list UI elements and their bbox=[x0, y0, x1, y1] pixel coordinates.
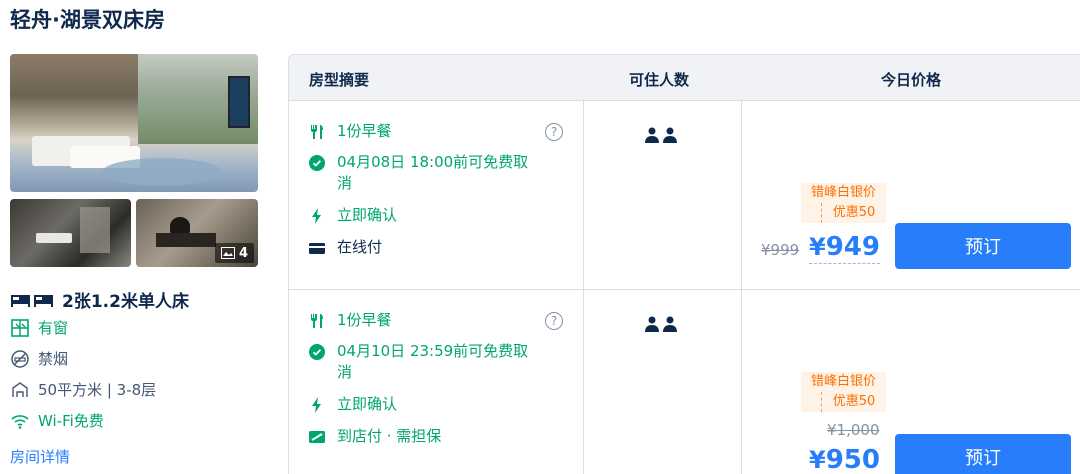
payment-label: 在线付 bbox=[337, 238, 383, 256]
cancel-policy: 04月08日 18:00前可免费取消 bbox=[337, 153, 529, 192]
lightning-icon bbox=[312, 397, 321, 413]
help-icon[interactable]: ? bbox=[545, 312, 563, 330]
bed-icon bbox=[11, 294, 53, 307]
confirm-label: 立即确认 bbox=[337, 206, 398, 224]
guest-count bbox=[645, 127, 677, 143]
cancel-item: 04月10日 23:59前可免费取消 bbox=[309, 341, 528, 383]
table-header: 房型摘要 可住人数 今日价格 bbox=[289, 55, 1080, 101]
bed-label: 2张1.2米单人床 bbox=[62, 292, 189, 312]
room-title: 轻舟·湖景双床房 bbox=[10, 8, 165, 32]
utensils-icon bbox=[311, 314, 323, 328]
book-button[interactable]: 预订 bbox=[895, 434, 1071, 474]
feature-window: 有窗 bbox=[10, 317, 68, 338]
room-photo-main[interactable] bbox=[10, 54, 258, 192]
header-price: 今日价格 bbox=[881, 71, 942, 89]
room-photo-tea[interactable]: 4 bbox=[136, 199, 258, 267]
photo-count-badge[interactable]: 4 bbox=[214, 243, 254, 263]
room-detail-link[interactable]: 房间详情 bbox=[10, 446, 70, 467]
promo-badge: 错峰白银价 优惠50 bbox=[801, 372, 886, 412]
room-photo-bathroom[interactable] bbox=[10, 199, 131, 267]
feature-wifi: Wi-Fi免费 bbox=[10, 410, 104, 431]
current-price: ¥950 bbox=[809, 444, 880, 474]
cancel-item: 04月08日 18:00前可免费取消 bbox=[309, 152, 528, 194]
window-icon bbox=[11, 318, 29, 337]
breakfast-label: 1份早餐 bbox=[337, 122, 392, 140]
person-icon bbox=[645, 127, 659, 143]
book-button[interactable]: 预订 bbox=[895, 223, 1071, 269]
table-row: 1份早餐 ? 04月10日 23:59前可免费取消 立即确认 到店付 · 需担保… bbox=[289, 290, 1080, 474]
feature-bed: 2张1.2米单人床 bbox=[10, 287, 189, 312]
breakfast-item: 1份早餐 bbox=[309, 121, 392, 142]
cancel-policy: 04月10日 23:59前可免费取消 bbox=[337, 342, 529, 381]
confirm-label: 立即确认 bbox=[337, 395, 398, 413]
pay-at-hotel-icon bbox=[309, 431, 325, 443]
payment-item: 到店付 · 需担保 bbox=[309, 426, 441, 447]
rate-table: 房型摘要 可住人数 今日价格 1份早餐 ? 04月08日 18:00前可免费取消… bbox=[288, 54, 1080, 474]
feature-smoking: 禁烟 bbox=[10, 348, 68, 369]
lightning-icon bbox=[312, 208, 321, 224]
feature-area-floor: 50平方米 | 3-8层 bbox=[10, 379, 156, 400]
table-row: 1份早餐 ? 04月08日 18:00前可免费取消 立即确认 在线付 错峰白银价… bbox=[289, 101, 1080, 289]
image-icon bbox=[220, 247, 235, 259]
confirm-item: 立即确认 bbox=[309, 205, 397, 226]
person-icon bbox=[663, 316, 677, 332]
person-icon bbox=[645, 316, 659, 332]
no-smoking-icon bbox=[11, 349, 29, 368]
utensils-icon bbox=[311, 125, 323, 139]
guest-count bbox=[645, 316, 677, 332]
confirm-item: 立即确认 bbox=[309, 394, 397, 415]
smoking-label: 禁烟 bbox=[38, 350, 69, 368]
wifi-label: Wi-Fi免费 bbox=[38, 412, 104, 430]
original-price: ¥1,000 bbox=[827, 421, 880, 439]
floor-area-icon bbox=[12, 381, 28, 397]
header-summary: 房型摘要 bbox=[309, 71, 370, 89]
area-floor-label: 50平方米 | 3-8层 bbox=[38, 381, 157, 399]
window-label: 有窗 bbox=[38, 319, 69, 337]
header-guests: 可住人数 bbox=[629, 71, 690, 89]
check-circle-icon bbox=[309, 344, 325, 360]
photo-count: 4 bbox=[238, 245, 248, 261]
breakfast-item: 1份早餐 bbox=[309, 310, 392, 331]
payment-item: 在线付 bbox=[309, 237, 382, 258]
breakfast-label: 1份早餐 bbox=[337, 311, 392, 329]
wifi-icon bbox=[11, 414, 29, 429]
check-circle-icon bbox=[309, 155, 325, 171]
help-icon[interactable]: ? bbox=[545, 123, 563, 141]
original-price: ¥999 bbox=[761, 241, 800, 259]
promo-badge: 错峰白银价 优惠50 bbox=[801, 183, 886, 223]
person-icon bbox=[663, 127, 677, 143]
current-price: ¥949 bbox=[809, 232, 880, 264]
payment-label: 到店付 · 需担保 bbox=[337, 427, 442, 445]
credit-card-icon bbox=[309, 243, 325, 254]
